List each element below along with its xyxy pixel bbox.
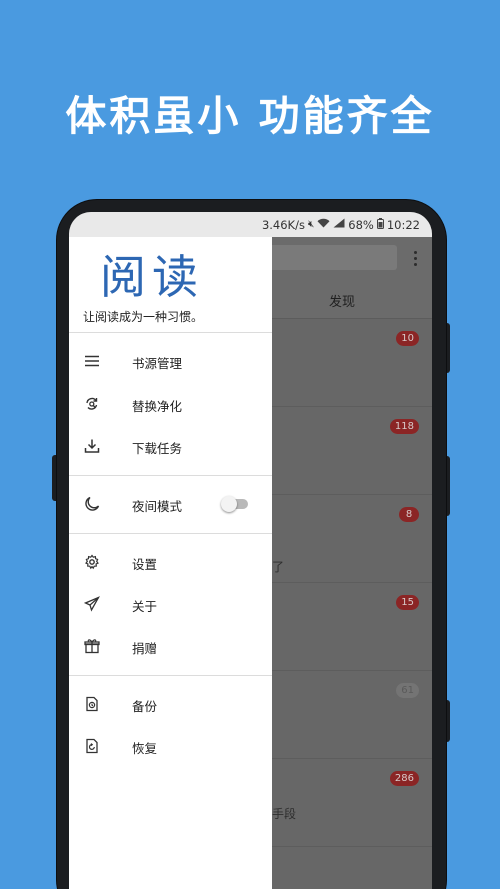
unread-badge: 286: [389, 771, 419, 786]
menu-item-restore[interactable]: 恢复: [69, 725, 272, 767]
wifi-icon: [317, 218, 330, 231]
app-slogan: 让阅读成为一种习惯。: [83, 310, 204, 324]
more-options-icon[interactable]: [409, 247, 421, 269]
battery-icon: [376, 217, 384, 232]
paper-plane-icon: [84, 596, 100, 612]
menu-item-donate[interactable]: 捐赠: [69, 625, 272, 667]
menu-item-backup[interactable]: 备份: [69, 683, 272, 725]
menu-item-label: 备份: [132, 699, 158, 714]
backup-icon: [84, 696, 100, 712]
divider: [69, 675, 272, 676]
menu-item-downloads[interactable]: 下载任务: [69, 425, 272, 467]
download-icon: [84, 438, 100, 454]
navigation-drawer: 阅读 让阅读成为一种习惯。 书源管理 替换净化 下载任务 夜间模式 设置 关于 …: [69, 237, 272, 889]
menu-item-settings[interactable]: 设置: [69, 541, 272, 583]
menu-item-label: 恢复: [132, 741, 158, 756]
menu-item-about[interactable]: 关于: [69, 583, 272, 625]
signal-icon: [333, 218, 345, 231]
restore-icon: [84, 738, 100, 754]
divider: [69, 533, 272, 534]
menu-item-label: 设置: [132, 557, 158, 572]
menu-item-replace-purify[interactable]: 替换净化: [69, 383, 272, 425]
list-item-snippet: 了: [272, 560, 285, 574]
list-item[interactable]: 286 手段: [272, 759, 432, 847]
list-item[interactable]: 118: [272, 407, 432, 495]
menu-item-label: 夜间模式: [132, 499, 183, 514]
list-item[interactable]: 8 了: [272, 495, 432, 583]
list-item-snippet: 手段: [272, 807, 297, 821]
toggle-thumb: [221, 496, 237, 512]
list-item[interactable]: 61: [272, 671, 432, 759]
gift-icon: [84, 638, 100, 654]
list-item[interactable]: 10: [272, 319, 432, 407]
menu-item-label: 书源管理: [132, 356, 183, 371]
search-box[interactable]: [269, 245, 397, 270]
unread-badge: 118: [389, 419, 419, 434]
unread-badge: 8: [399, 507, 419, 522]
status-bar: 3.46K/s 🔇︎ 68% 10:22: [69, 212, 432, 237]
battery-percent: 68%: [348, 217, 374, 232]
gear-icon: [84, 554, 100, 570]
menu-item-night-mode[interactable]: 夜间模式: [69, 483, 272, 525]
network-speed: 3.46K/s: [261, 217, 305, 232]
clock: 10:22: [386, 217, 420, 232]
list-item[interactable]: 15: [272, 583, 432, 671]
menu-item-label: 替换净化: [132, 399, 183, 414]
divider: [69, 332, 272, 333]
divider: [69, 475, 272, 476]
promo-headline: 体积虽小 功能齐全: [65, 92, 435, 140]
night-mode-toggle[interactable]: [221, 496, 249, 512]
menu-item-book-sources[interactable]: 书源管理: [69, 340, 272, 382]
menu-item-label: 关于: [132, 599, 158, 614]
list-icon: [84, 353, 100, 369]
menu-item-label: 下载任务: [132, 441, 183, 456]
phone-screen: 3.46K/s 🔇︎ 68% 10:22 发现 10 118 8 了 15 61…: [69, 212, 432, 889]
app-logo: 阅读: [100, 250, 204, 304]
menu-item-label: 捐赠: [132, 641, 158, 656]
mute-icon: 🔇︎: [307, 219, 315, 230]
unread-badge: 61: [396, 683, 419, 698]
unread-badge: 10: [396, 331, 419, 346]
refresh-search-icon: [84, 396, 100, 412]
moon-icon: [84, 496, 100, 512]
tab-discover[interactable]: 发现: [309, 291, 375, 310]
unread-badge: 15: [396, 595, 419, 610]
